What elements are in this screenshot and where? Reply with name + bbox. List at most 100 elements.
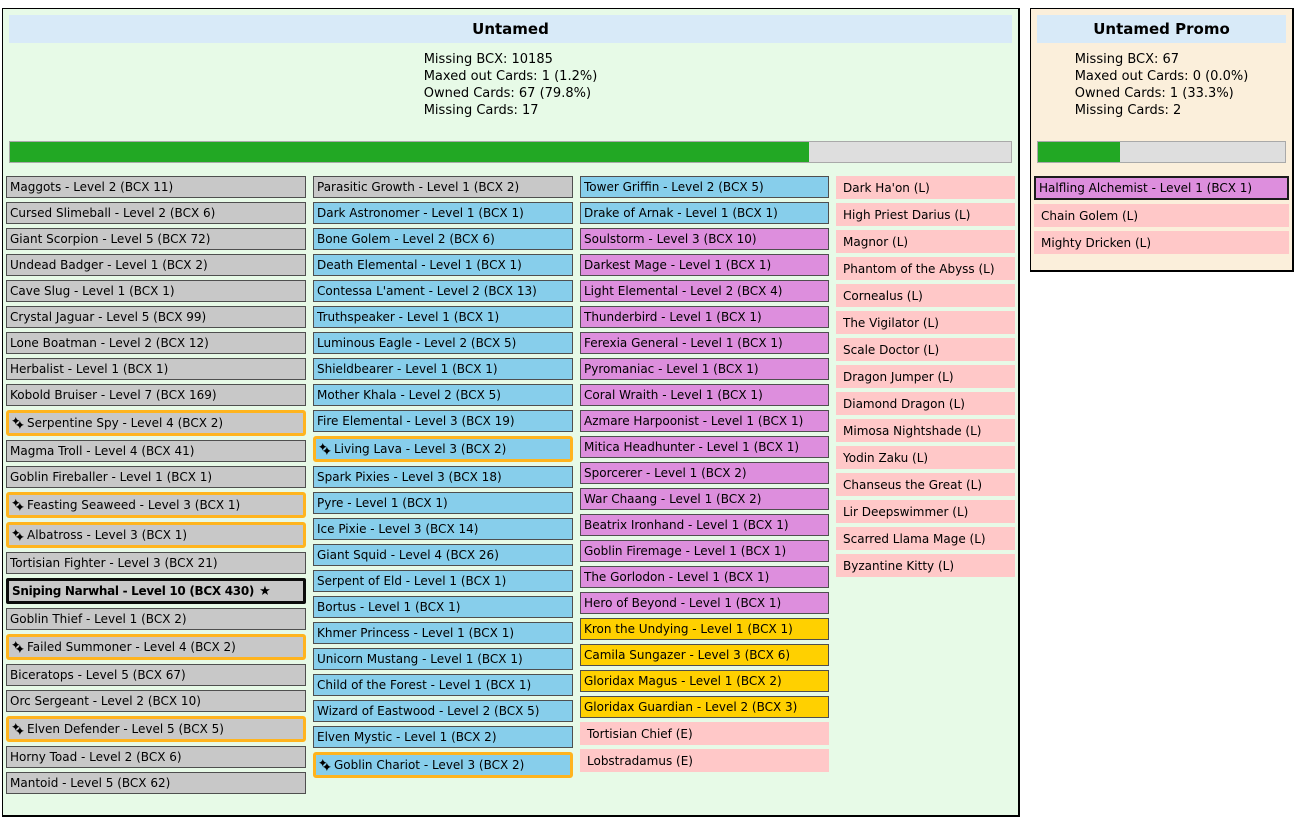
card[interactable]: Yodin Zaku (L) [836,446,1015,469]
card[interactable]: Wizard of Eastwood - Level 2 (BCX 5) [313,700,573,722]
card[interactable]: Cursed Slimeball - Level 2 (BCX 6) [6,202,306,224]
card[interactable]: Azmare Harpoonist - Level 1 (BCX 1) [580,410,829,432]
card[interactable]: Biceratops - Level 5 (BCX 67) [6,664,306,686]
card[interactable]: Truthspeaker - Level 1 (BCX 1) [313,306,573,328]
card[interactable]: Lone Boatman - Level 2 (BCX 12) [6,332,306,354]
card[interactable]: Horny Toad - Level 2 (BCX 6) [6,746,306,768]
card[interactable]: Coral Wraith - Level 1 (BCX 1) [580,384,829,406]
collection-progress-fill [10,142,809,162]
card-column: Maggots - Level 2 (BCX 11) Cursed Slimeba… [6,176,306,794]
card[interactable]: Fire Elemental - Level 3 (BCX 19) [313,410,573,432]
card[interactable]: Thunderbird - Level 1 (BCX 1) [580,306,829,328]
card-label: Thunderbird - Level 1 (BCX 1) [584,310,762,324]
card[interactable]: Living Lava - Level 3 (BCX 2) [313,436,573,462]
card[interactable]: Hero of Beyond - Level 1 (BCX 1) [580,592,829,614]
card[interactable]: Dark Astronomer - Level 1 (BCX 1) [313,202,573,224]
card[interactable]: Chain Golem (L) [1034,204,1289,227]
card[interactable]: Mantoid - Level 5 (BCX 62) [6,772,306,794]
card[interactable]: Parasitic Growth - Level 1 (BCX 2) [313,176,573,198]
card[interactable]: Serpentine Spy - Level 4 (BCX 2) [6,410,306,436]
card[interactable]: Sporcerer - Level 1 (BCX 2) [580,462,829,484]
card[interactable]: Mother Khala - Level 2 (BCX 5) [313,384,573,406]
card[interactable]: Cave Slug - Level 1 (BCX 1) [6,280,306,302]
card[interactable]: Spark Pixies - Level 3 (BCX 18) [313,466,573,488]
card[interactable]: Shieldbearer - Level 1 (BCX 1) [313,358,573,380]
card[interactable]: Serpent of Eld - Level 1 (BCX 1) [313,570,573,592]
card[interactable]: Crystal Jaguar - Level 5 (BCX 99) [6,306,306,328]
card-label: Scarred Llama Mage (L) [843,531,986,546]
card[interactable]: Dark Ha'on (L) [836,176,1015,199]
card[interactable]: Dragon Jumper (L) [836,365,1015,388]
card[interactable]: Goblin Firemage - Level 1 (BCX 1) [580,540,829,562]
card[interactable]: Pyromaniac - Level 1 (BCX 1) [580,358,829,380]
card-label: Dragon Jumper (L) [843,369,954,384]
card[interactable]: Albatross - Level 3 (BCX 1) [6,522,306,548]
card[interactable]: Phantom of the Abyss (L) [836,257,1015,280]
card[interactable]: Sniping Narwhal - Level 10 (BCX 430) ★ [6,578,306,604]
card[interactable]: The Gorlodon - Level 1 (BCX 1) [580,566,829,588]
card[interactable]: Bortus - Level 1 (BCX 1) [313,596,573,618]
card[interactable]: Elven Defender - Level 5 (BCX 5) [6,716,306,742]
card[interactable]: Scale Doctor (L) [836,338,1015,361]
card[interactable]: Tower Griffin - Level 2 (BCX 5) [580,176,829,198]
card[interactable]: Light Elemental - Level 2 (BCX 4) [580,280,829,302]
card[interactable]: Magma Troll - Level 4 (BCX 41) [6,440,306,462]
stat-owned-cards: Owned Cards: 1 (33.3%) [1074,86,1234,101]
card[interactable]: Beatrix Ironhand - Level 1 (BCX 1) [580,514,829,536]
card[interactable]: Byzantine Kitty (L) [836,554,1015,577]
card[interactable]: Herbalist - Level 1 (BCX 1) [6,358,306,380]
gold-foil-sparkles-icon [319,759,331,771]
card[interactable]: Maggots - Level 2 (BCX 11) [6,176,306,198]
card[interactable]: Failed Summoner - Level 4 (BCX 2) [6,634,306,660]
card[interactable]: High Priest Darius (L) [836,203,1015,226]
card[interactable]: Child of the Forest - Level 1 (BCX 1) [313,674,573,696]
card[interactable]: Ice Pixie - Level 3 (BCX 14) [313,518,573,540]
panel-untamed-header: Untamed [9,15,1012,43]
card[interactable]: Mimosa Nightshade (L) [836,419,1015,442]
card[interactable]: Giant Scorpion - Level 5 (BCX 72) [6,228,306,250]
card-label: The Gorlodon - Level 1 (BCX 1) [584,570,770,584]
card[interactable]: Diamond Dragon (L) [836,392,1015,415]
card[interactable]: Feasting Seaweed - Level 3 (BCX 1) [6,492,306,518]
card[interactable]: Elven Mystic - Level 1 (BCX 2) [313,726,573,748]
card[interactable]: Lir Deepswimmer (L) [836,500,1015,523]
card[interactable]: Kron the Undying - Level 1 (BCX 1) [580,618,829,640]
card-label: Spark Pixies - Level 3 (BCX 18) [317,470,502,484]
card[interactable]: Pyre - Level 1 (BCX 1) [313,492,573,514]
card[interactable]: Goblin Thief - Level 1 (BCX 2) [6,608,306,630]
card[interactable]: Scarred Llama Mage (L) [836,527,1015,550]
card[interactable]: Lobstradamus (E) [580,749,829,772]
card[interactable]: Goblin Chariot - Level 3 (BCX 2) [313,752,573,778]
card[interactable]: Soulstorm - Level 3 (BCX 10) [580,228,829,250]
card[interactable]: Camila Sungazer - Level 3 (BCX 6) [580,644,829,666]
card[interactable]: Mighty Dricken (L) [1034,231,1289,254]
card[interactable]: Chanseus the Great (L) [836,473,1015,496]
card[interactable]: Magnor (L) [836,230,1015,253]
card[interactable]: Giant Squid - Level 4 (BCX 26) [313,544,573,566]
card[interactable]: The Vigilator (L) [836,311,1015,334]
card[interactable]: Ferexia General - Level 1 (BCX 1) [580,332,829,354]
card[interactable]: Halfling Alchemist - Level 1 (BCX 1) [1034,176,1289,200]
card[interactable]: Gloridax Magus - Level 1 (BCX 2) [580,670,829,692]
card[interactable]: Kobold Bruiser - Level 7 (BCX 169) [6,384,306,406]
gold-foil-sparkles-icon [12,417,24,429]
card-columns: Halfling Alchemist - Level 1 (BCX 1) Chai… [1034,176,1289,254]
card[interactable]: Death Elemental - Level 1 (BCX 1) [313,254,573,276]
card[interactable]: Goblin Fireballer - Level 1 (BCX 1) [6,466,306,488]
card[interactable]: War Chaang - Level 1 (BCX 2) [580,488,829,510]
card[interactable]: Undead Badger - Level 1 (BCX 2) [6,254,306,276]
card[interactable]: Khmer Princess - Level 1 (BCX 1) [313,622,573,644]
card[interactable]: Drake of Arnak - Level 1 (BCX 1) [580,202,829,224]
card[interactable]: Cornealus (L) [836,284,1015,307]
card[interactable]: Orc Sergeant - Level 2 (BCX 10) [6,690,306,712]
card[interactable]: Darkest Mage - Level 1 (BCX 1) [580,254,829,276]
card[interactable]: Tortisian Chief (E) [580,722,829,745]
card[interactable]: Mitica Headhunter - Level 1 (BCX 1) [580,436,829,458]
card[interactable]: Luminous Eagle - Level 2 (BCX 5) [313,332,573,354]
card[interactable]: Contessa L'ament - Level 2 (BCX 13) [313,280,573,302]
card-label: Shieldbearer - Level 1 (BCX 1) [317,362,498,376]
card[interactable]: Bone Golem - Level 2 (BCX 6) [313,228,573,250]
card[interactable]: Gloridax Guardian - Level 2 (BCX 3) [580,696,829,718]
card[interactable]: Tortisian Fighter - Level 3 (BCX 21) [6,552,306,574]
card[interactable]: Unicorn Mustang - Level 1 (BCX 1) [313,648,573,670]
